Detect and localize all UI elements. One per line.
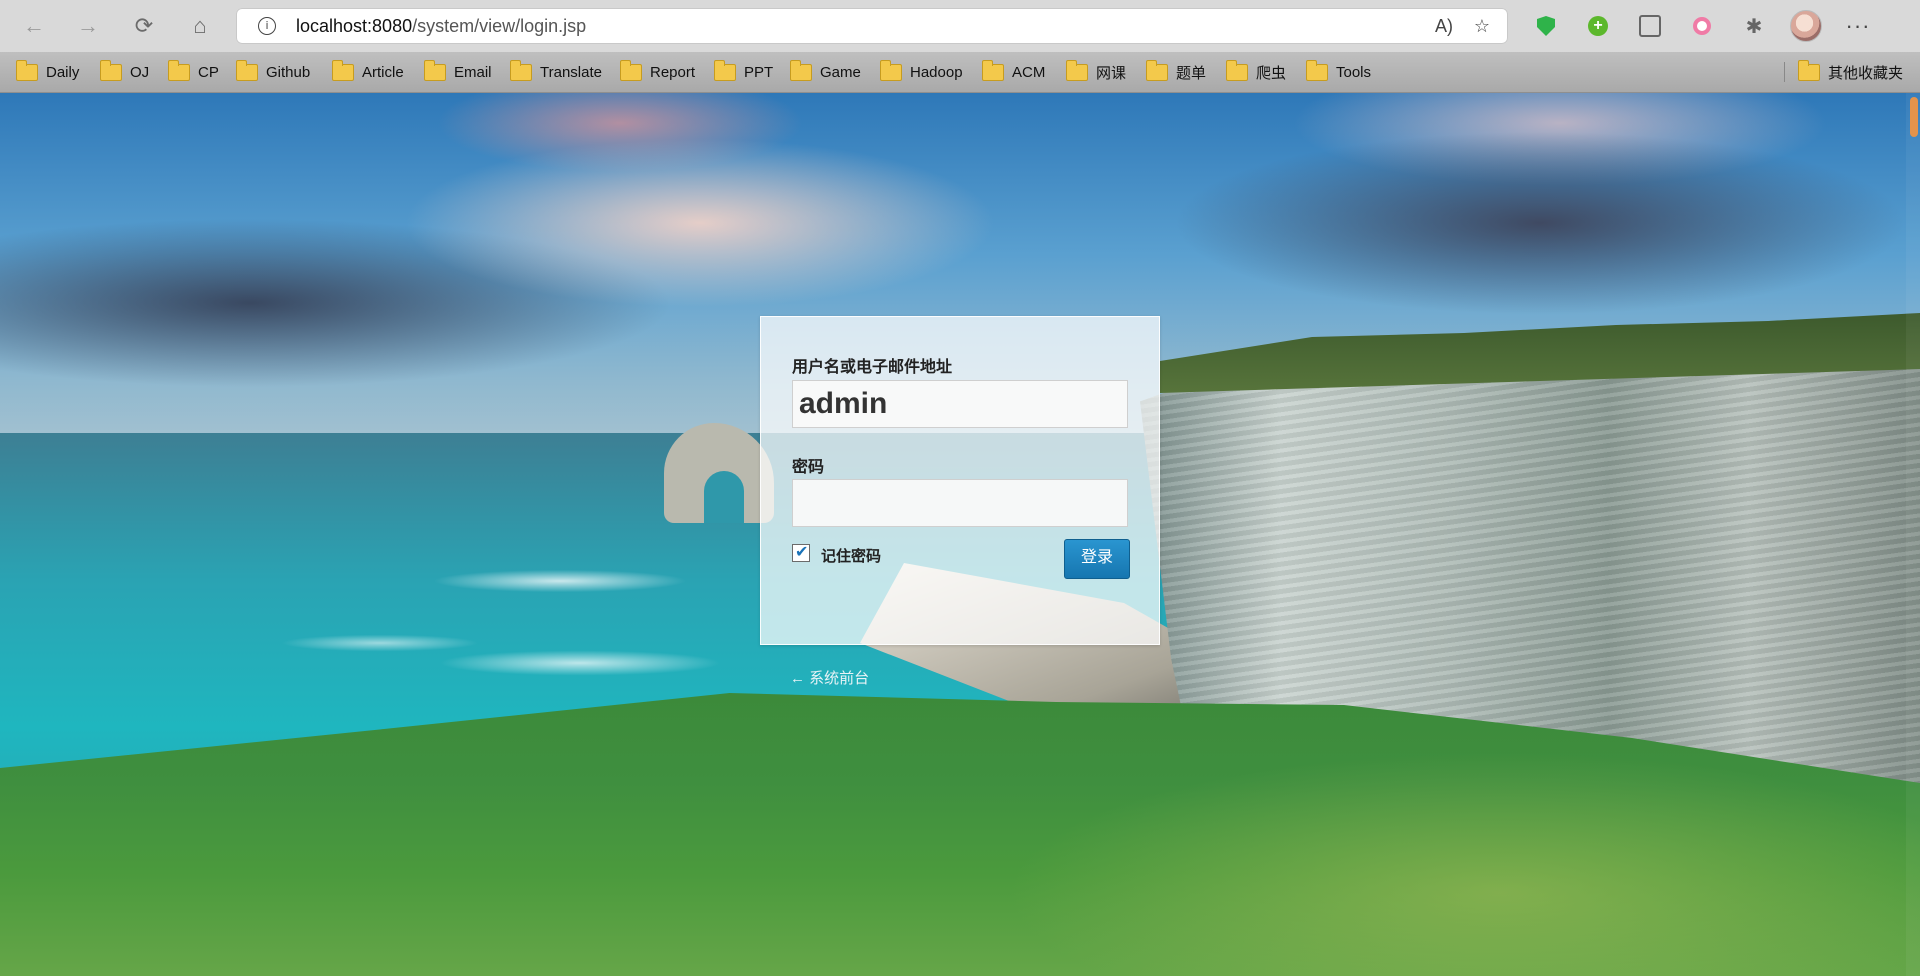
- bookmark-folder[interactable]: Article: [332, 59, 404, 84]
- url-path: /system/view/login.jsp: [412, 16, 587, 36]
- folder-icon: [1146, 59, 1168, 81]
- bookmark-folder[interactable]: OJ: [100, 59, 149, 84]
- folder-icon: [714, 59, 736, 81]
- read-aloud-icon[interactable]: A): [1432, 14, 1456, 38]
- page-scrollbar[interactable]: [1906, 93, 1920, 976]
- bookmark-folder[interactable]: Tools: [1306, 59, 1371, 84]
- bookmark-folder[interactable]: CP: [168, 59, 219, 84]
- bookmark-folder[interactable]: 爬虫: [1226, 59, 1286, 84]
- folder-icon: [100, 59, 122, 81]
- bookmark-folder[interactable]: Game: [790, 59, 861, 84]
- url-host: localhost:8080: [296, 16, 413, 36]
- folder-icon: [620, 59, 642, 81]
- browser-window: ← → ⟳ ⌂ i localhost:8080/system/view/log…: [0, 0, 1920, 976]
- page-viewport: 用户名或电子邮件地址 admin 密码 记住密码 登录 ← 系统前台: [0, 93, 1920, 976]
- folder-icon: [16, 59, 38, 81]
- address-bar[interactable]: i localhost:8080/system/view/login.jsp A…: [236, 8, 1508, 44]
- folder-icon: [790, 59, 812, 81]
- folder-icon: [168, 59, 190, 81]
- url-text[interactable]: localhost:8080/system/view/login.jsp: [296, 16, 586, 37]
- username-label: 用户名或电子邮件地址: [792, 359, 953, 376]
- scroll-thumb[interactable]: [1910, 97, 1918, 137]
- home-icon[interactable]: ⌂: [184, 10, 216, 42]
- bookmark-folder[interactable]: Daily: [16, 59, 79, 84]
- other-bookmarks-folder[interactable]: 其他收藏夹: [1798, 59, 1903, 84]
- browser-toolbar: ← → ⟳ ⌂ i localhost:8080/system/view/log…: [0, 0, 1920, 52]
- bookmark-folder[interactable]: PPT: [714, 59, 773, 84]
- forward-arrow-icon[interactable]: →: [72, 10, 104, 42]
- collections-icon[interactable]: [1634, 10, 1666, 42]
- bookmark-folder[interactable]: Email: [424, 59, 492, 84]
- folder-icon: [1226, 59, 1248, 81]
- shield-extension-icon[interactable]: [1530, 10, 1562, 42]
- bookmark-folder[interactable]: Translate: [510, 59, 602, 84]
- back-arrow-icon[interactable]: ←: [18, 10, 50, 42]
- green-plus-extension-icon[interactable]: +: [1582, 10, 1614, 42]
- bookmarks-separator: [1784, 62, 1785, 82]
- folder-icon: [880, 59, 902, 81]
- password-label: 密码: [792, 459, 825, 476]
- back-to-frontend-link[interactable]: ← 系统前台: [790, 667, 869, 688]
- profile-avatar[interactable]: [1790, 10, 1822, 42]
- bookmark-folder[interactable]: Github: [236, 59, 310, 84]
- extensions-puzzle-icon[interactable]: ✱: [1738, 10, 1770, 42]
- folder-icon: [236, 59, 258, 81]
- bookmarks-bar: Daily OJ CP Github Article Email Transla…: [0, 52, 1920, 93]
- bookmark-folder[interactable]: 网课: [1066, 59, 1126, 84]
- remember-label[interactable]: 记住密码: [821, 545, 881, 566]
- folder-icon: [332, 59, 354, 81]
- bookmark-folder[interactable]: 题单: [1146, 59, 1206, 84]
- bookmark-folder[interactable]: Hadoop: [880, 59, 963, 84]
- folder-icon: [1798, 59, 1820, 81]
- folder-icon: [1306, 59, 1328, 81]
- info-icon[interactable]: i: [258, 17, 276, 35]
- refresh-icon[interactable]: ⟳: [128, 10, 160, 42]
- folder-icon: [982, 59, 1004, 81]
- bookmark-folder[interactable]: ACM: [982, 59, 1045, 84]
- more-menu-icon[interactable]: ···: [1842, 10, 1874, 42]
- password-input[interactable]: [792, 479, 1128, 527]
- login-form: 用户名或电子邮件地址 admin 密码 记住密码 登录: [760, 316, 1160, 645]
- username-input[interactable]: admin: [792, 380, 1128, 428]
- remember-checkbox[interactable]: [792, 542, 810, 562]
- folder-icon: [424, 59, 446, 81]
- folder-icon: [1066, 59, 1088, 81]
- bookmark-folder[interactable]: Report: [620, 59, 695, 84]
- folder-icon: [510, 59, 532, 81]
- login-button[interactable]: 登录: [1064, 539, 1130, 579]
- pink-ring-extension-icon[interactable]: [1686, 10, 1718, 42]
- add-favorite-star-icon[interactable]: ☆: [1470, 14, 1494, 38]
